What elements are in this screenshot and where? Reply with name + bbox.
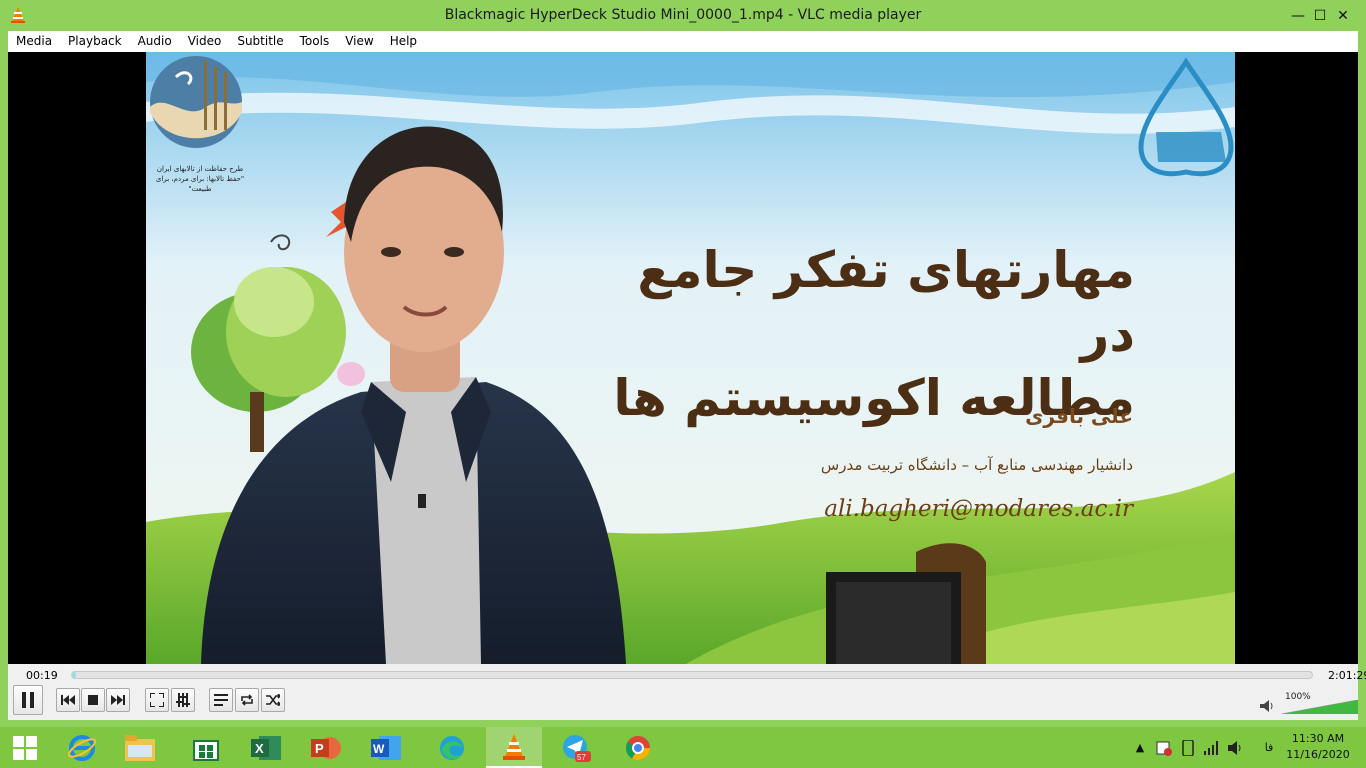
tray-volume[interactable] xyxy=(1226,727,1246,768)
tray-network[interactable] xyxy=(1202,727,1222,768)
taskbar-word[interactable]: W xyxy=(358,727,414,768)
taskbar-edge[interactable] xyxy=(424,727,480,768)
window-title: Blackmagic HyperDeck Studio Mini_0000_1.… xyxy=(444,7,922,23)
signal-icon xyxy=(1204,740,1218,755)
telegram-icon: 57 xyxy=(563,734,591,762)
show-hidden-icons[interactable]: ▲ xyxy=(1132,727,1148,768)
clock-date: 11/16/2020 xyxy=(1286,748,1350,761)
tray-security[interactable] xyxy=(1154,727,1174,768)
vlc-window: Blackmagic HyperDeck Studio Mini_0000_1.… xyxy=(0,0,1366,727)
menu-tools[interactable]: Tools xyxy=(292,31,338,52)
title-bar[interactable]: Blackmagic HyperDeck Studio Mini_0000_1.… xyxy=(0,0,1366,31)
menu-video[interactable]: Video xyxy=(180,31,230,52)
menu-subtitle[interactable]: Subtitle xyxy=(229,31,291,52)
stop-button[interactable] xyxy=(81,688,105,712)
equalizer-icon xyxy=(176,693,190,707)
vlc-cone-icon xyxy=(503,733,525,760)
pause-button[interactable] xyxy=(13,685,43,715)
video-frame: طرح حفاظت از تالابهای ایران "حفظ تالابها… xyxy=(146,52,1235,664)
wetland-logo xyxy=(150,56,242,148)
total-duration: 2:01:29 xyxy=(1328,669,1366,682)
volume-slider[interactable] xyxy=(1281,699,1359,715)
close-button[interactable]: ✕ xyxy=(1320,0,1366,31)
powerpoint-icon: P xyxy=(311,736,341,759)
extended-settings-button[interactable] xyxy=(171,688,195,712)
slide-affiliation: دانشیار مهندسی منابع آب – دانشگاه تربیت … xyxy=(820,456,1133,474)
edge-icon xyxy=(440,735,464,760)
pause-icon xyxy=(22,692,34,708)
speaker-icon[interactable] xyxy=(1260,699,1274,717)
loop-button[interactable] xyxy=(235,688,259,712)
security-warning-icon xyxy=(1156,741,1172,756)
tray-clock[interactable]: 11:30 AM 11/16/2020 xyxy=(1284,731,1352,763)
excel-icon: X xyxy=(251,735,281,760)
menu-playback[interactable]: Playback xyxy=(60,31,130,52)
tray-language[interactable]: فا xyxy=(1258,727,1280,768)
next-icon xyxy=(111,695,125,705)
device-icon xyxy=(1182,739,1194,756)
seek-bar[interactable] xyxy=(71,671,1313,679)
taskbar-excel[interactable]: X xyxy=(238,727,294,768)
close-icon: ✕ xyxy=(1337,7,1349,24)
loop-icon xyxy=(241,694,253,706)
fullscreen-button[interactable] xyxy=(145,688,169,712)
menu-audio[interactable]: Audio xyxy=(130,31,180,52)
elapsed-time: 00:19 xyxy=(26,669,58,682)
logo-caption: طرح حفاظت از تالابهای ایران "حفظ تالابها… xyxy=(146,164,254,194)
taskbar-powerpoint[interactable]: P xyxy=(298,727,354,768)
stop-icon xyxy=(88,695,98,705)
seek-progress xyxy=(72,672,76,678)
clock-time: 11:30 AM xyxy=(1291,732,1345,745)
slide-title: مهارتهای تفکر جامع در مطالعه اکوسیستم ها xyxy=(575,238,1135,430)
slide-author: علی باقری xyxy=(1025,404,1133,428)
tray-device[interactable] xyxy=(1178,727,1198,768)
playlist-button[interactable] xyxy=(209,688,233,712)
slide-email: ali.bagheri@modares.ac.ir xyxy=(824,496,1133,522)
internet-explorer-icon xyxy=(68,734,96,761)
menu-bar: Media Playback Audio Video Subtitle Tool… xyxy=(8,31,1358,52)
telegram-badge: 57 xyxy=(577,753,586,762)
previous-icon xyxy=(61,695,75,705)
player-controls: 00:19 2:01:29 1 xyxy=(8,664,1366,720)
taskbar-vlc[interactable] xyxy=(486,727,542,768)
taskbar-telegram[interactable]: 57 xyxy=(548,727,604,768)
windows-taskbar: X P W 57 ▲ فا 11:30 AM 11/16/2020 xyxy=(0,727,1366,768)
chrome-icon xyxy=(625,735,650,760)
logo-caption-line2: "حفظ تالابها: برای مردم، برای طبیعت" xyxy=(155,175,245,193)
slide-title-line1: مهارتهای تفکر جامع در xyxy=(637,241,1135,363)
taskbar-internet-explorer[interactable] xyxy=(54,727,110,768)
taskbar-file-explorer[interactable] xyxy=(112,727,168,768)
shuffle-button[interactable] xyxy=(261,688,285,712)
windows-logo-icon xyxy=(13,735,37,760)
video-area[interactable]: طرح حفاظت از تالابهای ایران "حفظ تالابها… xyxy=(8,52,1358,664)
svg-text:W: W xyxy=(373,742,385,756)
shuffle-icon xyxy=(266,694,280,706)
svg-text:P: P xyxy=(315,741,324,756)
fullscreen-icon xyxy=(150,693,164,707)
playlist-icon xyxy=(214,694,228,706)
taskbar-store[interactable] xyxy=(178,727,234,768)
word-icon: W xyxy=(371,735,401,760)
start-button[interactable] xyxy=(0,727,50,768)
volume-icon xyxy=(1228,740,1241,755)
taskbar-chrome[interactable] xyxy=(610,727,666,768)
menu-media[interactable]: Media xyxy=(8,31,60,52)
logo-caption-line1: طرح حفاظت از تالابهای ایران xyxy=(156,165,244,173)
chevron-up-icon: ▲ xyxy=(1135,741,1145,754)
next-button[interactable] xyxy=(106,688,130,712)
store-icon xyxy=(193,739,219,761)
previous-button[interactable] xyxy=(56,688,80,712)
menu-view[interactable]: View xyxy=(337,31,381,52)
folder-icon xyxy=(125,734,155,761)
menu-help[interactable]: Help xyxy=(382,31,425,52)
svg-text:X: X xyxy=(255,741,264,756)
